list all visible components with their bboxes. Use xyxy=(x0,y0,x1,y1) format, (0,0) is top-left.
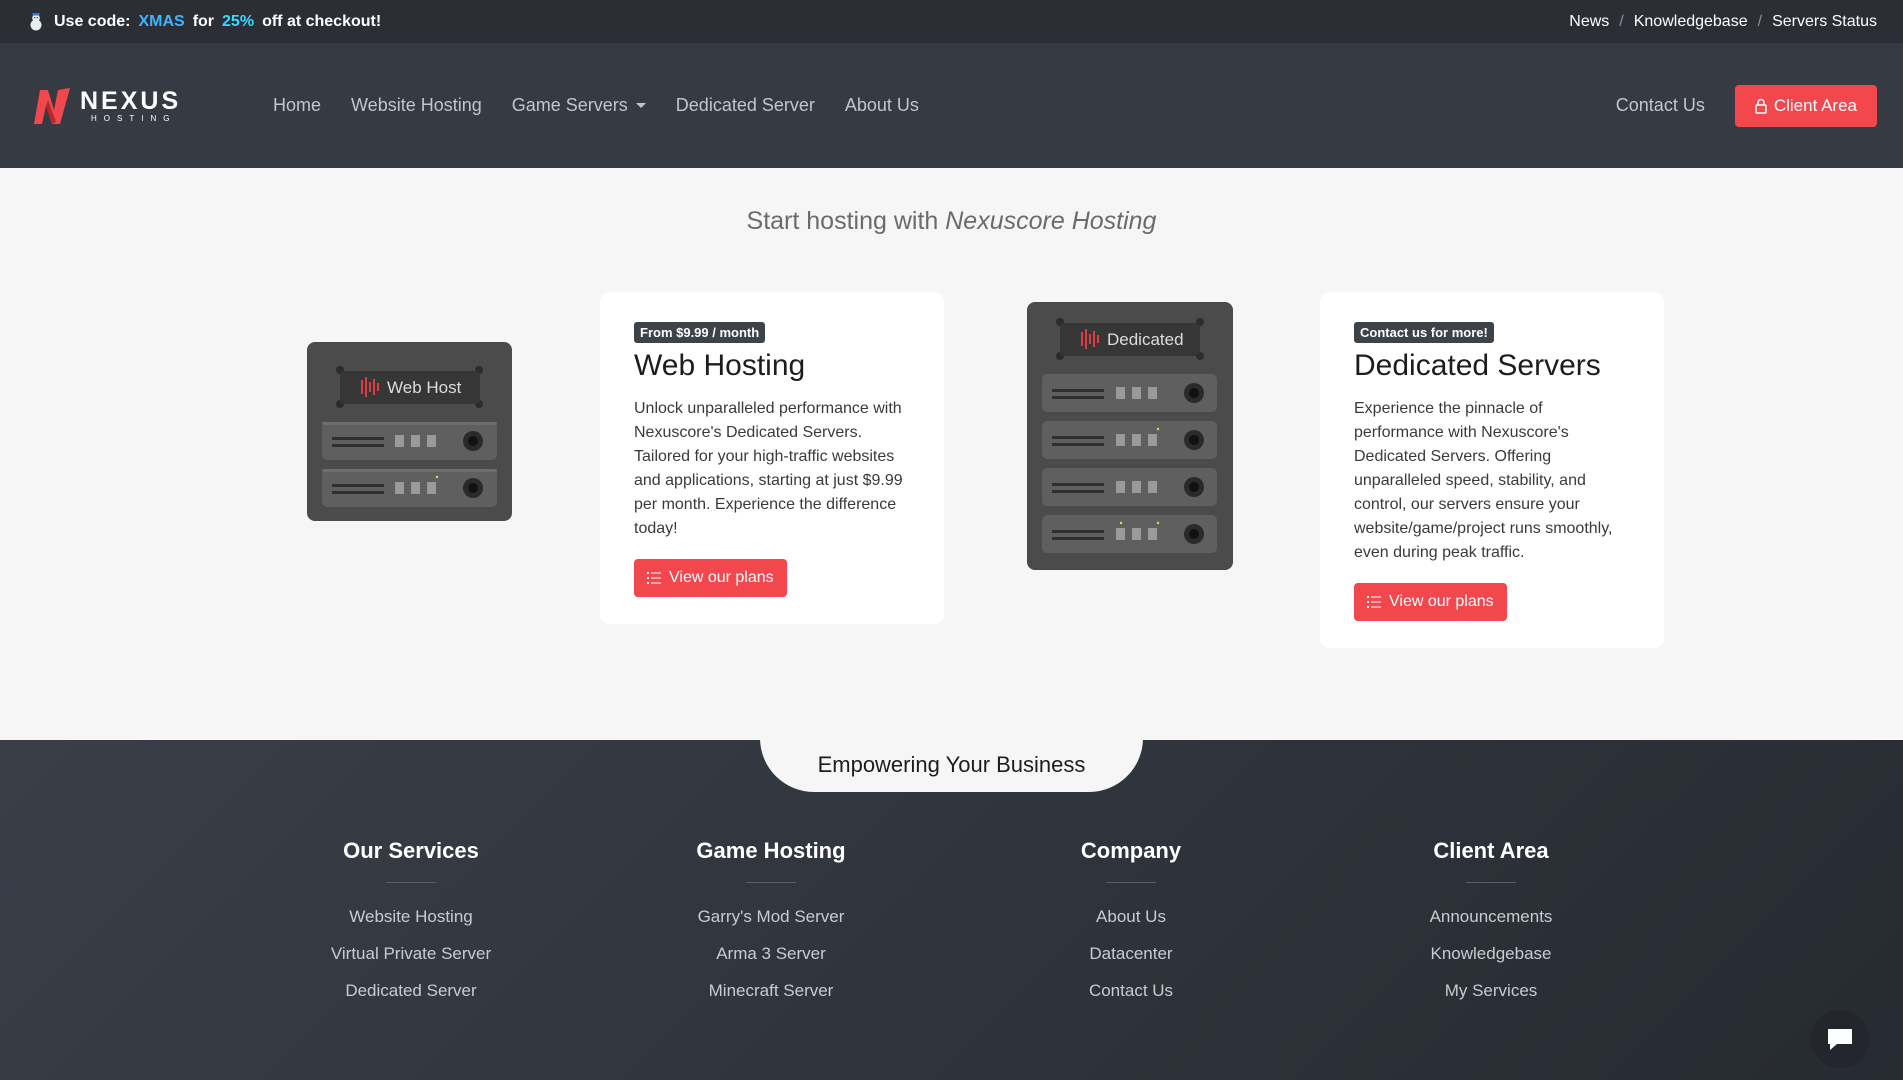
footer-link[interactable]: Announcements xyxy=(1371,905,1611,942)
chat-icon xyxy=(1828,1029,1852,1050)
footer-tagline: Empowering Your Business xyxy=(760,738,1143,792)
nav-game-servers[interactable]: Game Servers xyxy=(512,95,646,116)
footer-column-title: Company xyxy=(1080,838,1182,863)
title-prefix: Start hosting with xyxy=(746,207,939,235)
web-host-server-image: Web Host xyxy=(307,342,512,521)
nav-game-servers-label: Game Servers xyxy=(511,95,628,115)
dedicated-server-image: Dedicated xyxy=(1027,302,1233,570)
logo-mark-icon xyxy=(34,87,70,124)
footer-column-game-hosting: Game Hosting Garry's Mod Server Arma 3 S… xyxy=(651,838,891,1016)
separator: / xyxy=(1757,12,1763,30)
view-plans-button[interactable]: View our plans xyxy=(634,559,787,597)
promo-message: Use code: XMAS for 25% off at checkout! xyxy=(26,12,381,32)
top-link-servers-status[interactable]: Servers Status xyxy=(1772,13,1877,31)
list-icon xyxy=(647,572,661,584)
divider xyxy=(1106,882,1156,883)
footer-column-title: Client Area xyxy=(1433,838,1549,863)
nav-dedicated-server[interactable]: Dedicated Server xyxy=(676,95,815,116)
page-title: Start hosting with Nexuscore Hosting xyxy=(0,207,1903,236)
client-area-button[interactable]: Client Area xyxy=(1734,84,1877,127)
price-badge: From $9.99 / month xyxy=(634,322,766,343)
logo-sub: HOSTING xyxy=(91,113,177,123)
promo-bar: Use code: XMAS for 25% off at checkout! … xyxy=(0,0,1903,43)
dedicated-servers-card: Contact us for more! Dedicated Servers E… xyxy=(1320,292,1664,648)
dedicated-image-label: Dedicated xyxy=(1107,330,1184,349)
top-link-news[interactable]: News xyxy=(1569,13,1609,31)
promo-suffix: off at checkout! xyxy=(262,12,382,30)
contact-badge: Contact us for more! xyxy=(1354,322,1494,343)
product-description: Experience the pinnacle of performance w… xyxy=(1354,400,1613,561)
chat-widget-button[interactable] xyxy=(1811,1010,1869,1068)
footer-column-company: Company About Us Datacenter Contact Us xyxy=(1011,838,1251,1016)
snowman-icon xyxy=(30,12,42,30)
view-plans-button[interactable]: View our plans xyxy=(1354,583,1507,621)
promo-prefix: Use code: xyxy=(54,12,131,30)
view-plans-label: View our plans xyxy=(1389,593,1494,610)
footer-link[interactable]: Website Hosting xyxy=(291,905,531,942)
top-links: News / Knowledgebase / Servers Status xyxy=(1569,13,1877,31)
product-title: Dedicated Servers xyxy=(1354,349,1601,382)
footer-link[interactable]: Datacenter xyxy=(1011,942,1251,979)
divider xyxy=(1466,882,1516,883)
main-nav: Home Website Hosting Game Servers Dedica… xyxy=(273,95,919,116)
divider xyxy=(386,882,436,883)
footer-link[interactable]: About Us xyxy=(1011,905,1251,942)
footer-link[interactable]: Virtual Private Server xyxy=(291,942,531,979)
footer-link[interactable]: Minecraft Server xyxy=(651,979,891,1016)
separator: / xyxy=(1619,12,1624,30)
promo-for: for xyxy=(192,12,215,30)
web-host-image-label: Web Host xyxy=(387,378,462,397)
footer-column-client-area: Client Area Announcements Knowledgebase … xyxy=(1371,838,1611,1016)
footer-link[interactable]: Knowledgebase xyxy=(1371,942,1611,979)
caret-down-icon xyxy=(635,103,646,108)
site-header: NEXUS HOSTING Home Website Hosting Game … xyxy=(0,43,1903,168)
footer-link[interactable]: Dedicated Server xyxy=(291,979,531,1016)
view-plans-label: View our plans xyxy=(669,569,774,586)
list-icon xyxy=(1367,596,1381,608)
logo-main: NEXUS xyxy=(80,86,182,115)
nav-home[interactable]: Home xyxy=(273,95,321,116)
title-brand: Nexuscore Hosting xyxy=(945,207,1157,235)
footer-link[interactable]: My Services xyxy=(1371,979,1611,1016)
top-link-knowledgebase[interactable]: Knowledgebase xyxy=(1634,13,1748,31)
web-hosting-card: From $9.99 / month Web Hosting Unlock un… xyxy=(600,292,944,624)
footer-link[interactable]: Garry's Mod Server xyxy=(651,905,891,942)
nav-website-hosting[interactable]: Website Hosting xyxy=(351,95,482,116)
divider xyxy=(746,882,796,883)
footer-column-services: Our Services Website Hosting Virtual Pri… xyxy=(291,838,531,1016)
promo-code: XMAS xyxy=(138,12,185,30)
site-footer: Empowering Your Business Our Services We… xyxy=(0,738,1903,1080)
product-description: Unlock unparalleled performance with Nex… xyxy=(634,400,903,537)
header-actions: Contact Us Client Area xyxy=(1616,84,1877,127)
nav-about-us[interactable]: About Us xyxy=(845,95,919,116)
logo[interactable]: NEXUS HOSTING xyxy=(32,86,207,126)
lock-icon xyxy=(1755,98,1767,114)
product-title: Web Hosting xyxy=(634,349,806,382)
contact-link[interactable]: Contact Us xyxy=(1616,95,1705,116)
footer-link[interactable]: Arma 3 Server xyxy=(651,942,891,979)
footer-column-title: Our Services xyxy=(343,838,479,863)
client-area-label: Client Area xyxy=(1773,95,1857,115)
promo-discount: 25% xyxy=(222,12,255,30)
footer-link[interactable]: Contact Us xyxy=(1011,979,1251,1016)
footer-column-title: Game Hosting xyxy=(696,838,846,863)
